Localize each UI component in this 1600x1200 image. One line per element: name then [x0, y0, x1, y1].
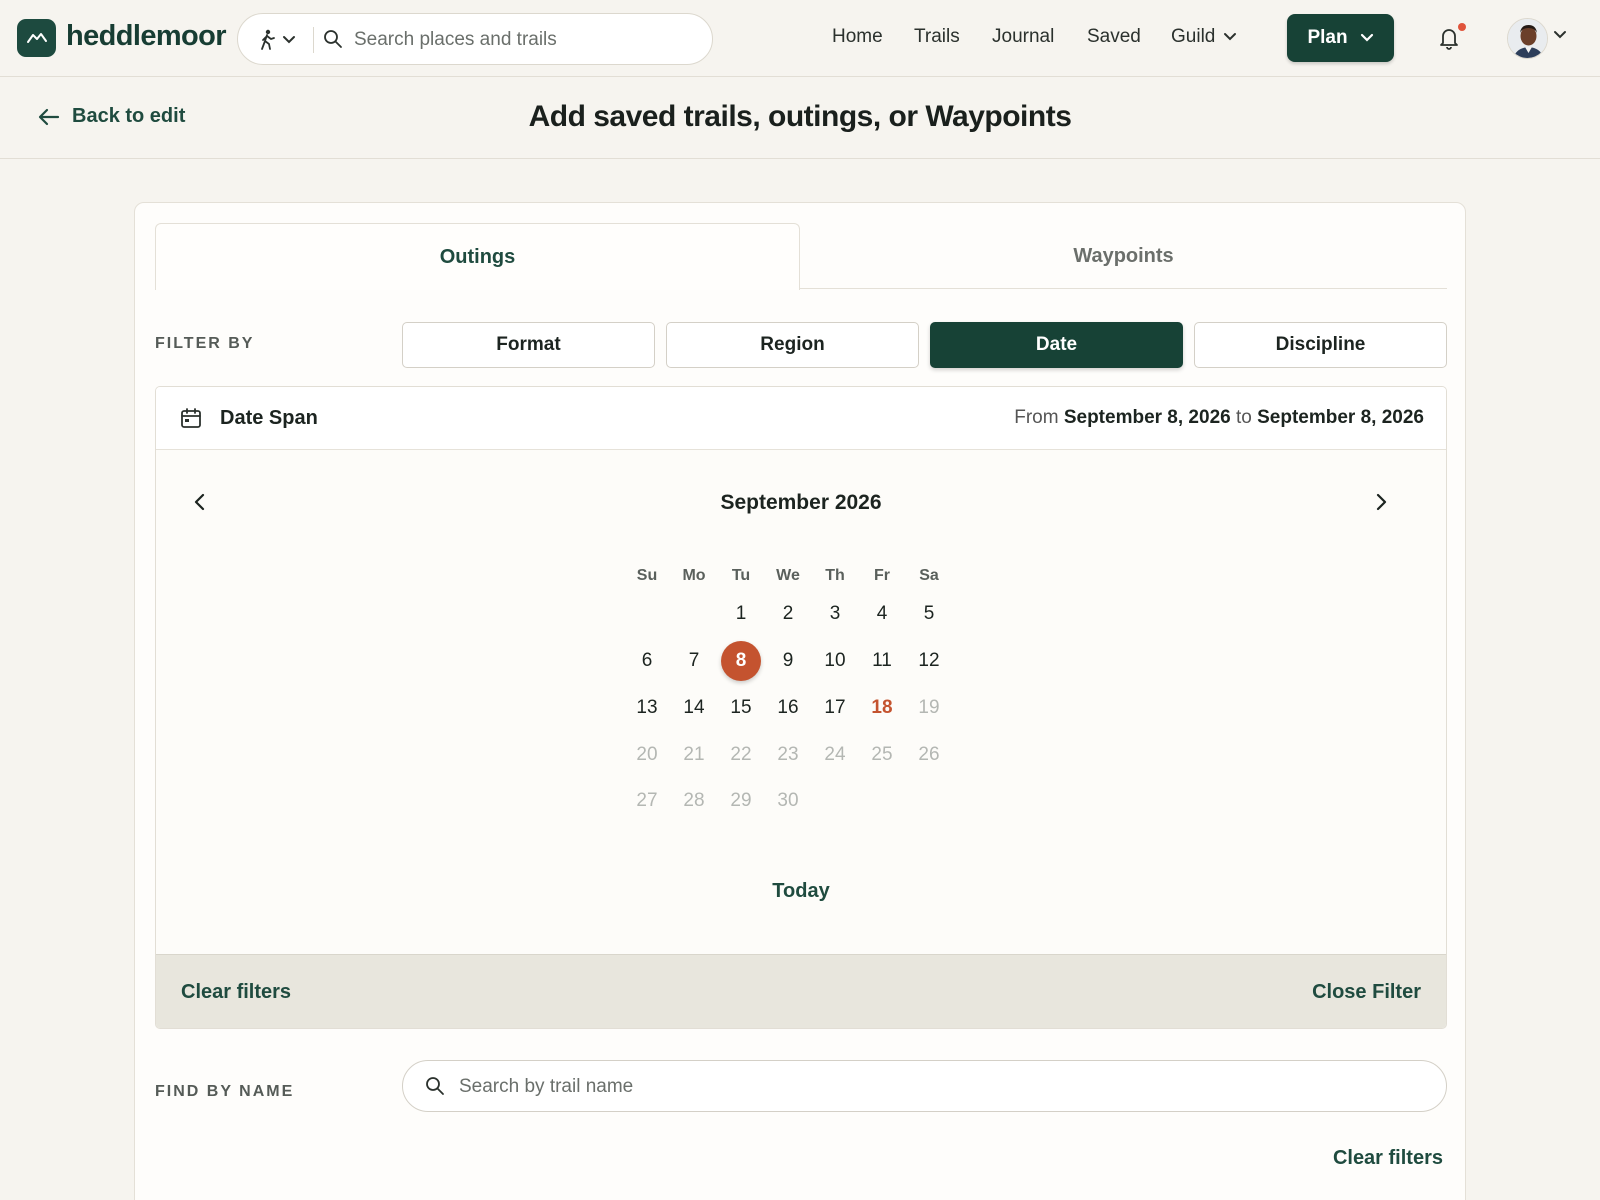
date-panel-footer: Clear filters Close Filter — [156, 954, 1446, 1028]
selection-card: Outings Waypoints FILTER BY Format Regio… — [134, 202, 1466, 1200]
weekday-label: Fr — [874, 567, 890, 584]
calendar-day[interactable]: 10 — [815, 641, 855, 681]
calendar-day: 27 — [636, 790, 658, 811]
chevron-down-icon — [1224, 33, 1237, 41]
filter-date-button[interactable]: Date — [930, 322, 1183, 368]
nav-home[interactable]: Home — [832, 26, 883, 48]
date-filter-panel: Date Span From September 8, 2026 to Sept… — [155, 386, 1447, 1029]
calendar-month-title: September 2026 — [720, 491, 882, 514]
trail-name-search-input[interactable] — [459, 1072, 1419, 1102]
weekday-label: We — [776, 567, 800, 584]
top-navigation: heddlemoor Home Trails Journal Saved Gui… — [0, 0, 1600, 77]
search-input[interactable] — [354, 25, 694, 55]
calendar-day[interactable]: 17 — [815, 688, 855, 728]
sub-header: Back to edit Add saved trails, outings, … — [0, 77, 1600, 159]
search-divider — [313, 27, 314, 53]
user-avatar[interactable] — [1507, 18, 1548, 59]
close-filter-button[interactable]: Close Filter — [1312, 981, 1421, 1004]
calendar-day[interactable]: 3 — [815, 594, 855, 634]
plan-button[interactable]: Plan — [1287, 14, 1394, 62]
tab-waypoints[interactable]: Waypoints — [800, 223, 1447, 289]
date-span-from: September 8, 2026 — [1063, 407, 1231, 428]
trail-name-search — [402, 1060, 1447, 1112]
calendar-day: 22 — [730, 744, 752, 765]
calendar-day[interactable]: 7 — [674, 641, 714, 681]
weekday-label: Sa — [919, 567, 939, 584]
brand-name[interactable]: heddlemoor — [66, 20, 227, 53]
calendar-day[interactable]: 14 — [674, 688, 714, 728]
tab-outings[interactable]: Outings — [155, 223, 800, 290]
filter-region-button[interactable]: Region — [666, 322, 919, 368]
weekday-label: Th — [825, 567, 845, 584]
calendar-day: 24 — [824, 744, 846, 765]
notification-dot — [1458, 23, 1466, 31]
calendar-day[interactable]: 2 — [768, 594, 808, 634]
brand-logo-icon[interactable] — [17, 19, 56, 57]
global-search — [237, 13, 713, 65]
calendar-day[interactable]: 11 — [862, 641, 902, 681]
calendar-day: 29 — [730, 790, 752, 811]
date-span-range: From September 8, 2026 to September 8, 2… — [1014, 407, 1424, 429]
search-icon — [426, 1077, 444, 1095]
activity-type-dropdown[interactable] — [258, 28, 304, 52]
hiker-icon — [261, 29, 275, 50]
calendar-day[interactable]: 4 — [862, 594, 902, 634]
today-button[interactable]: Today — [156, 880, 1446, 903]
clear-filters-bottom-button[interactable]: Clear filters — [1333, 1147, 1443, 1170]
clear-filters-button[interactable]: Clear filters — [181, 981, 291, 1004]
calendar-day: 25 — [871, 744, 893, 765]
find-by-name-label: FIND BY NAME — [155, 1083, 295, 1100]
date-span-label: Date Span — [220, 407, 318, 429]
calendar-day[interactable]: 15 — [721, 688, 761, 728]
weekday-label: Tu — [731, 567, 751, 584]
calendar-day[interactable]: 1 — [721, 594, 761, 634]
filter-format-button[interactable]: Format — [402, 322, 655, 368]
calendar-day[interactable]: 9 — [768, 641, 808, 681]
calendar-day: 28 — [683, 790, 705, 811]
weekday-label: Su — [636, 567, 658, 584]
plan-button-label: Plan — [1307, 27, 1348, 48]
date-span-to: September 8, 2026 — [1257, 407, 1424, 428]
notifications-bell-icon[interactable] — [1437, 25, 1461, 51]
page-title: Add saved trails, outings, or Waypoints — [528, 100, 1072, 133]
nav-trails[interactable]: Trails — [914, 26, 960, 48]
calendar-day: 21 — [683, 744, 705, 765]
calendar-day: 20 — [636, 744, 658, 765]
nav-guild[interactable]: Guild — [1171, 26, 1237, 48]
calendar-day[interactable]: 12 — [909, 641, 949, 681]
date-span-row: Date Span From September 8, 2026 to Sept… — [156, 387, 1446, 450]
calendar-day: 23 — [777, 744, 799, 765]
date-span-from-word: From — [1014, 407, 1059, 428]
chevron-down-icon — [283, 36, 295, 44]
filter-discipline-button[interactable]: Discipline — [1194, 322, 1447, 368]
calendar-day[interactable]: 13 — [627, 688, 667, 728]
nav-guild-label: Guild — [1171, 26, 1216, 47]
next-month-chevron-right-icon[interactable] — [1371, 491, 1391, 513]
calendar-day[interactable]: 6 — [627, 641, 667, 681]
calendar-day: 19 — [918, 697, 940, 718]
chevron-down-icon — [1360, 33, 1373, 42]
calendar-day: 30 — [777, 790, 799, 811]
calendar-day[interactable]: 5 — [909, 594, 949, 634]
date-span-to-word: to — [1235, 407, 1252, 428]
search-icon — [324, 30, 342, 48]
filter-by-label: FILTER BY — [155, 335, 255, 352]
nav-saved[interactable]: Saved — [1087, 26, 1141, 48]
calendar-day[interactable]: 18 — [862, 688, 902, 728]
tab-bar: Outings Waypoints — [155, 223, 1447, 290]
weekday-label: Mo — [682, 567, 706, 584]
nav-journal[interactable]: Journal — [992, 26, 1054, 48]
chevron-down-icon[interactable] — [1553, 30, 1567, 40]
calendar-day: 26 — [918, 744, 940, 765]
calendar-day[interactable]: 16 — [768, 688, 808, 728]
calendar-icon — [181, 408, 201, 428]
calendar-day-selected[interactable]: 8 — [721, 641, 761, 681]
